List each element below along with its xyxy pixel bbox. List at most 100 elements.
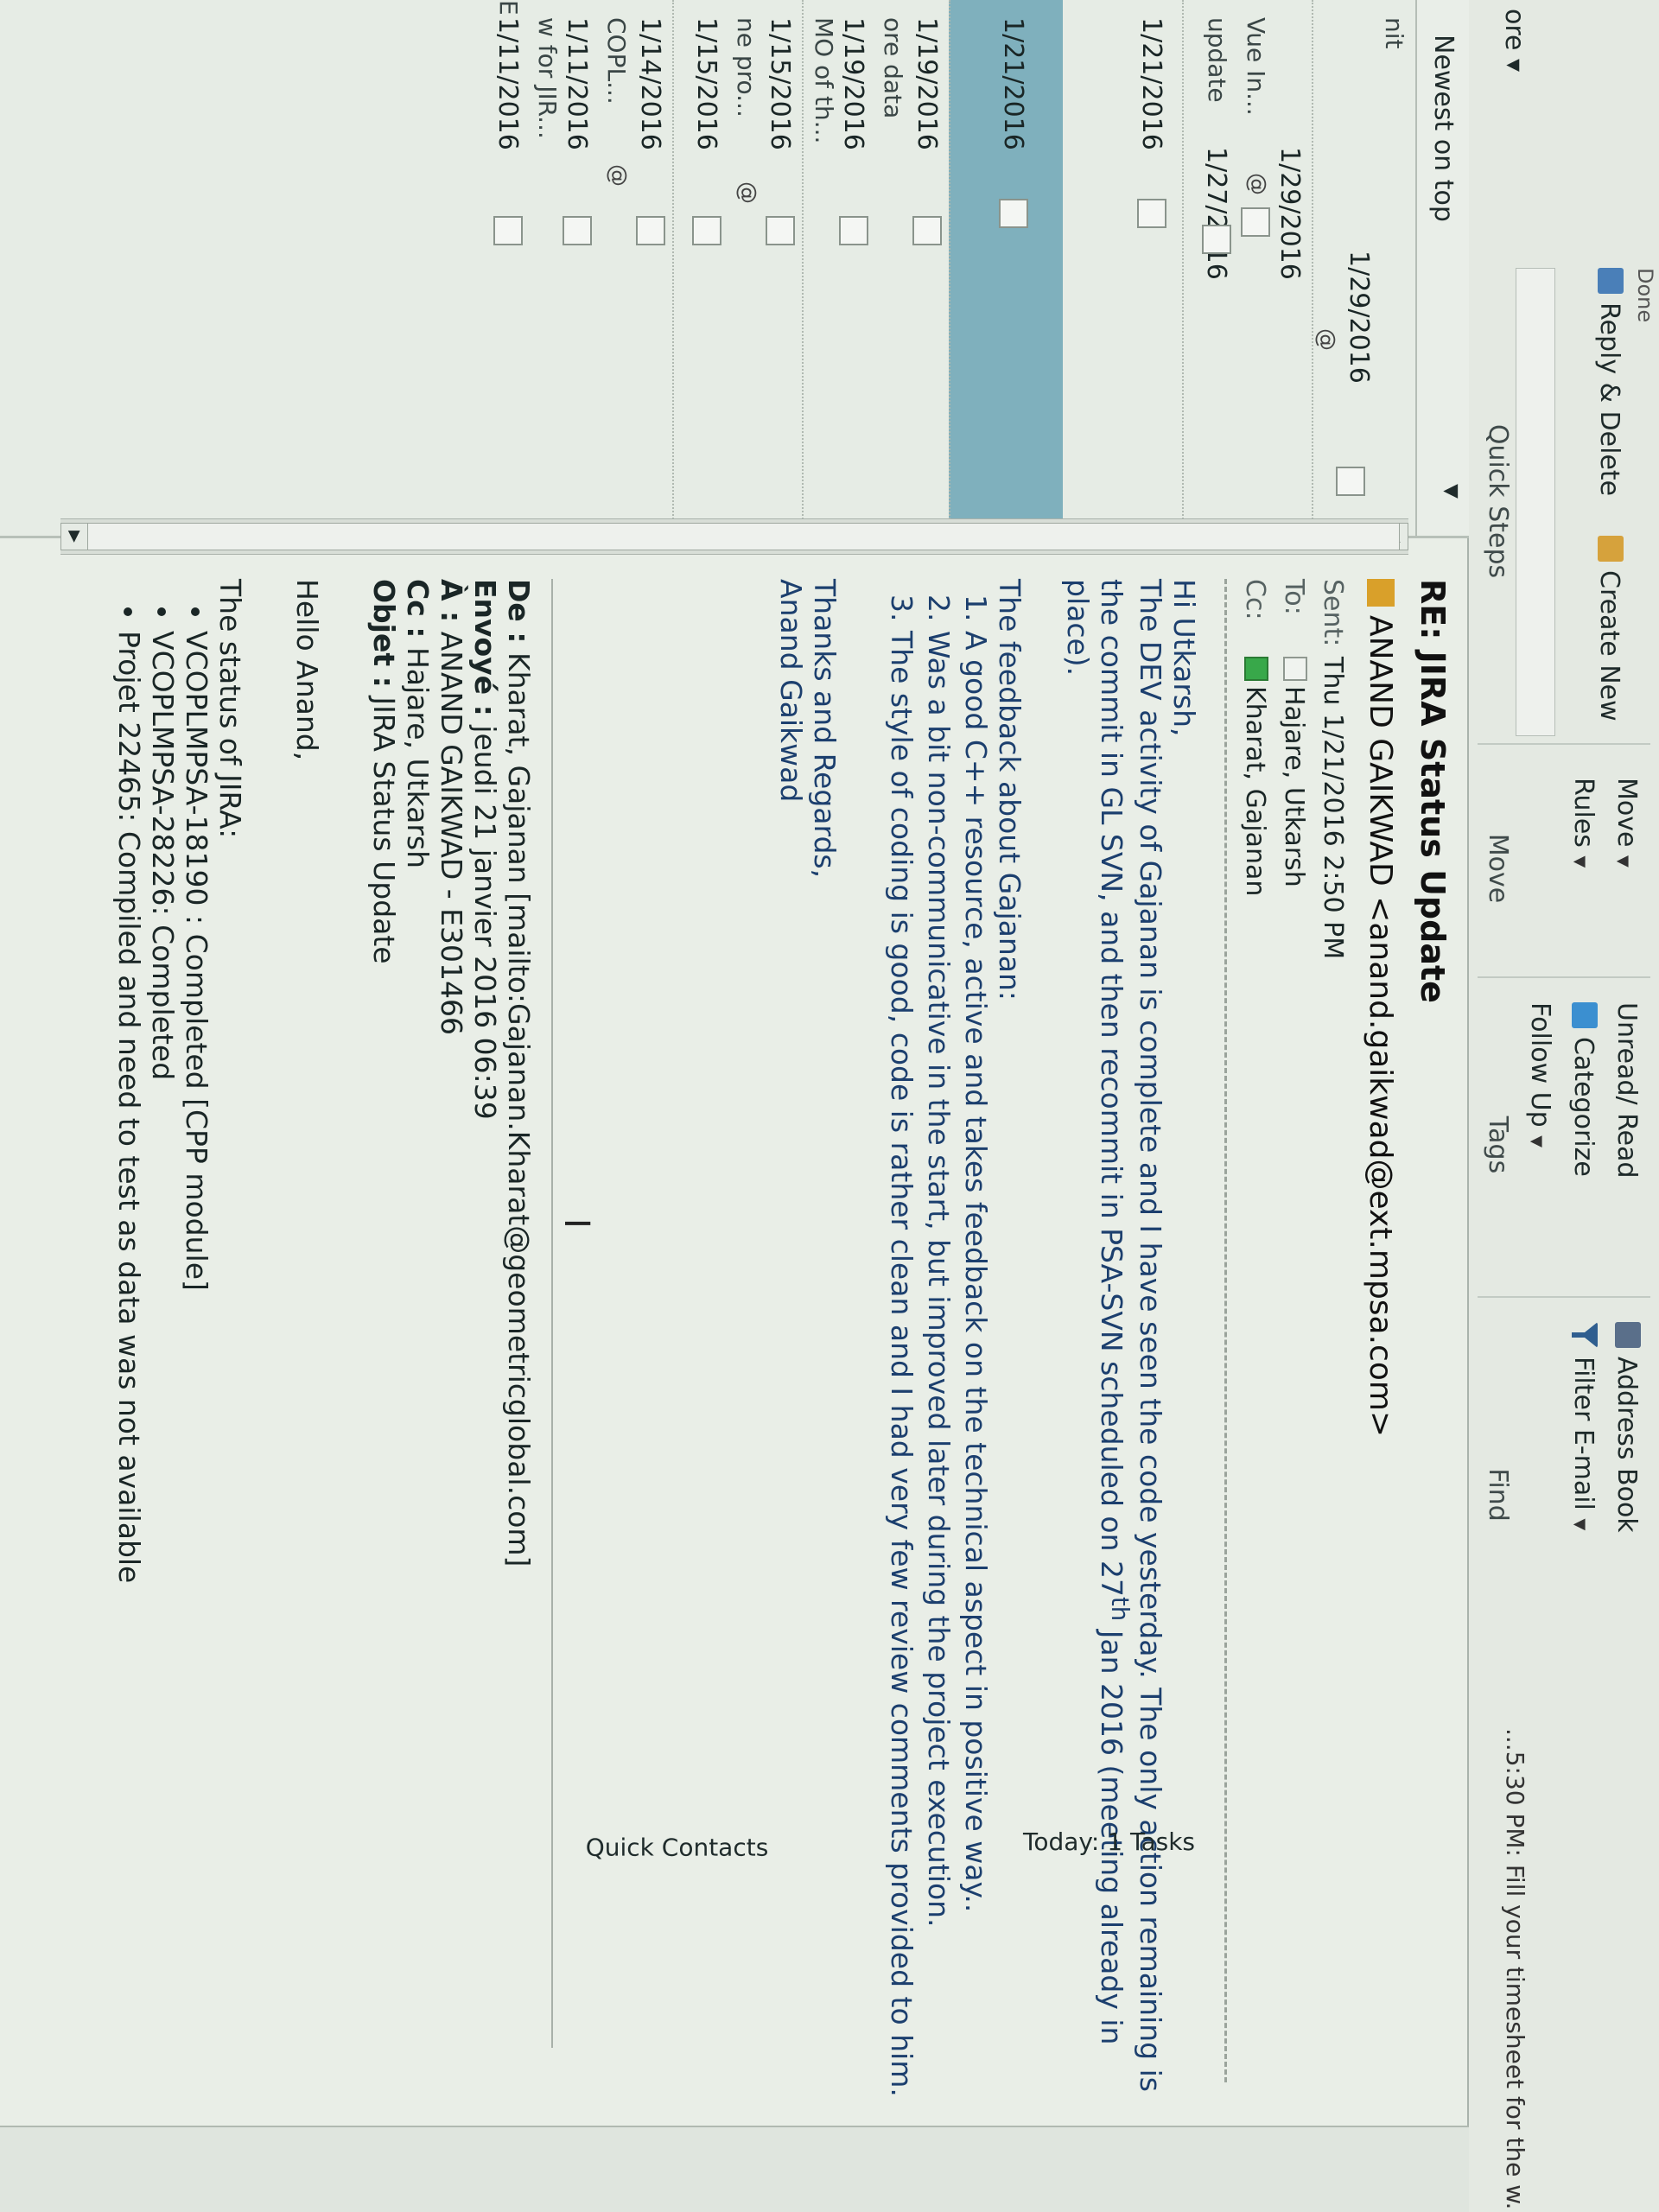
tags-group: Unread/ Read Categorize Follow Up ▼ Tags [1478, 994, 1650, 1298]
list-item-date: 1/21/2016 [1136, 17, 1166, 150]
unread-read-button[interactable]: Unread/ Read [1611, 1002, 1642, 1179]
reading-pane: RE: JIRA Status Update ANAND GAIKWAD <an… [9, 570, 1460, 2126]
feedback-item: The style of coding is good, code is rat… [885, 631, 918, 2100]
greeting: Hi Utkarsh, [1167, 579, 1201, 737]
presence-icon [1244, 657, 1268, 681]
flag-icon[interactable] [636, 216, 665, 245]
list-item-date: 1/15/2016 [765, 17, 795, 150]
flag-icon[interactable] [1137, 199, 1166, 228]
flag-icon[interactable] [563, 216, 592, 245]
list-item-date: 1/27/2016 [1201, 147, 1231, 280]
move-button[interactable]: Move ▼ [1611, 778, 1642, 868]
list-item-snippet: ne pro... [732, 17, 760, 118]
sort-bar[interactable]: Newest on top ▼ [1415, 0, 1469, 536]
attachment-icon: @ [1244, 173, 1270, 195]
jira-status-item: VCOPLMPSA-18190 : Completed [CPP module] [180, 631, 213, 2100]
reply-delete-icon [1598, 268, 1624, 294]
quoted-de: De : Kharat, Gajanan [mailto:Gajanan.Kha… [502, 579, 536, 2100]
sent-row: Sent: Thu 1/21/2016 2:50 PM [1318, 579, 1348, 959]
feedback-item: Was a bit non-communicative in the start… [922, 631, 956, 2100]
ordinal-suffix: th [1106, 1596, 1134, 1622]
quoted-hello: Hello Anand, [290, 579, 324, 761]
follow-up-button[interactable]: Follow Up ▼ [1525, 1002, 1555, 1147]
quick-contacts[interactable]: Quick Contacts [586, 1833, 769, 1861]
body-paragraph-1: The DEV activity of Gajanan is complete … [1134, 579, 1167, 2100]
categorize-button[interactable]: Categorize [1568, 1002, 1599, 1177]
flag-icon[interactable] [912, 216, 942, 245]
sort-label[interactable]: Newest on top [1428, 35, 1459, 222]
quoted-objet: Objet : JIRA Status Update [367, 579, 401, 2100]
list-item[interactable]: 1/14/2016 COPL... @ 1/11/2016 w for JIR.… [484, 0, 674, 536]
flag-icon[interactable] [1336, 467, 1365, 496]
flag-icon[interactable] [493, 216, 523, 245]
to-recipient[interactable]: Hajare, Utkarsh [1279, 686, 1309, 887]
quoted-divider [551, 579, 553, 2048]
email-sender[interactable]: ANAND GAIKWAD <anand.gaikwad@ext.mpsa.co… [1363, 579, 1398, 1437]
todo-bar: Today: 1 Tasks Quick Contacts [0, 1827, 1469, 2212]
list-item[interactable]: nit 1/29/2016 @ [1312, 0, 1417, 536]
quick-steps-gallery-scroll[interactable] [1516, 268, 1555, 736]
list-item-snippet: nit [1380, 17, 1408, 49]
feedback-item: A good C++ resource, active and takes fe… [959, 631, 993, 2100]
flag-icon[interactable] [692, 216, 721, 245]
filter-icon [1572, 1322, 1598, 1348]
quoted-de-label: De : [502, 579, 536, 644]
move-label: Move [1611, 778, 1642, 848]
list-item-snippet: w for JIR... [533, 17, 562, 139]
list-item-snippet: update [1203, 17, 1231, 103]
follow-up-label: Follow Up [1525, 1002, 1555, 1128]
list-item[interactable]: 1/15/2016 ne pro... @ 1/15/2016 [672, 0, 804, 536]
list-item[interactable]: 1/29/2016 Vue In... @ 1/27/2016 update [1182, 0, 1313, 536]
chevron-down-icon: ▼ [1571, 1518, 1589, 1531]
flag-icon[interactable] [1241, 207, 1270, 237]
reminder-text[interactable]: ...5:30 PM: Fill your timesheet for the … [1501, 1728, 1529, 2212]
create-new-icon [1598, 536, 1624, 562]
flag-icon[interactable] [766, 216, 795, 245]
list-item[interactable]: 1/21/2016 [1061, 0, 1184, 536]
body-line: the commit in GL SVN, and then recommit … [1095, 579, 1128, 1597]
list-item-selected[interactable]: 1/21/2016 [949, 0, 1063, 536]
more-dropdown[interactable]: ore ▾ [1499, 9, 1529, 72]
flag-icon[interactable] [999, 199, 1028, 228]
list-item-snippet: ore data [879, 17, 907, 119]
flag-icon[interactable] [1202, 225, 1231, 254]
quick-step-done[interactable]: Done [1633, 268, 1657, 322]
reply-delete-button[interactable]: Reply & Delete [1594, 268, 1624, 496]
rules-button[interactable]: Rules ▼ [1568, 778, 1599, 868]
sort-arrow-icon[interactable]: ▼ [1440, 484, 1462, 499]
quoted-message[interactable]: De : Kharat, Gajanan [mailto:Gajanan.Kha… [112, 579, 536, 2100]
attachment-icon: @ [1313, 328, 1339, 351]
quoted-cc-label: Cc : [401, 579, 435, 639]
sender-badge [1367, 579, 1395, 607]
chevron-down-icon: ▼ [1614, 855, 1632, 868]
flag-icon[interactable] [839, 216, 868, 245]
attachment-icon: @ [605, 164, 631, 187]
chevron-down-icon: ▼ [1528, 1135, 1546, 1148]
move-group-label: Move [1483, 833, 1513, 904]
message-list: Newest on top ▼ nit 1/29/2016 @ 1/29/201… [0, 0, 1469, 538]
scroll-down-button[interactable]: ▶ [60, 523, 88, 550]
quoted-status-intro: The status of JIRA: [213, 579, 247, 839]
find-group: Address Book Filter E-mail ▼ Find [1478, 1313, 1650, 1676]
list-item-snippet: E [494, 0, 523, 16]
cc-recipient[interactable]: Kharat, Gajanan [1240, 686, 1270, 896]
list-item[interactable]: 1/19/2016 ore data 1/19/2016 MO of th... [802, 0, 950, 536]
scroll-thumb[interactable] [76, 523, 1400, 550]
filter-email-button[interactable]: Filter E-mail ▼ [1568, 1322, 1599, 1530]
address-book-button[interactable]: Address Book [1611, 1322, 1642, 1533]
today-tasks[interactable]: Today: 1 Tasks [1023, 1827, 1195, 1856]
list-item-date: 1/19/2016 [838, 17, 868, 150]
create-new-button[interactable]: Create New [1594, 536, 1624, 721]
address-book-icon [1615, 1322, 1641, 1348]
quick-steps-group: Done Reply & Delete Create New Quick Ste… [1478, 259, 1657, 745]
feedback-intro: The feedback about Gajanan: [993, 579, 1027, 1001]
create-new-label: Create New [1594, 570, 1624, 721]
list-item-date: 1/15/2016 [691, 17, 721, 150]
closing-line: Thanks and Regards, [808, 579, 842, 879]
body-line: The DEV activity of Gajanan is complete … [1134, 579, 1167, 2092]
quoted-objet-value: JIRA Status Update [367, 687, 401, 964]
email-body[interactable]: Hi Utkarsh, The DEV activity of Gajanan … [774, 579, 1201, 2100]
quoted-a: À : ANAND GAIKWAD - E301466 [435, 579, 468, 2100]
reading-pane-scrollbar[interactable]: ◀ ▶ [60, 518, 1408, 555]
jira-status-item: VCOPLMPSA-28226: Completed [146, 631, 180, 2100]
